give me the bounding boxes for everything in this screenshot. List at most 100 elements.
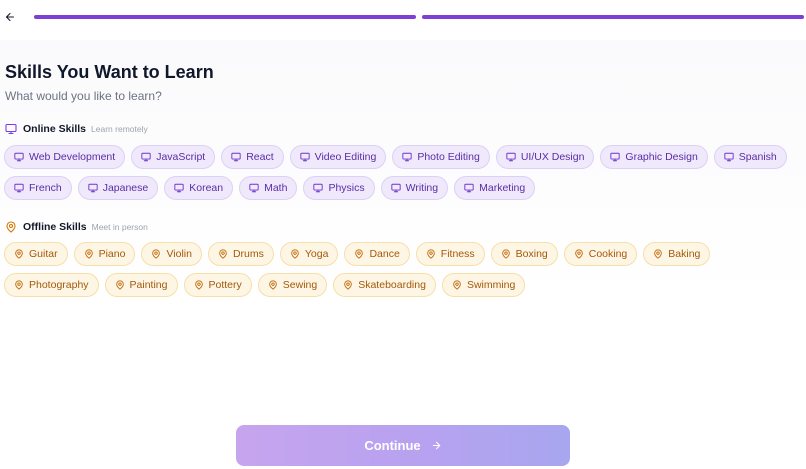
map-pin-icon xyxy=(653,249,663,259)
skill-chip-label: Boxing xyxy=(515,248,548,260)
offline-skill-chip[interactable]: Skateboarding xyxy=(333,273,436,297)
offline-skills-header: Offline Skills Meet in person xyxy=(5,221,148,233)
online-skills-header: Online Skills Learn remotely xyxy=(5,123,148,135)
monitor-icon xyxy=(313,183,324,193)
skill-chip-label: Swimming xyxy=(466,279,516,291)
skill-chip-label: Graphic Design xyxy=(625,151,698,163)
map-pin-icon xyxy=(5,221,17,233)
map-pin-icon xyxy=(574,249,584,259)
monitor-icon xyxy=(14,183,24,193)
skill-chip-label: Korean xyxy=(189,182,224,194)
online-skill-chip[interactable]: Math xyxy=(239,176,298,200)
skill-chip-label: Physics xyxy=(328,182,365,194)
back-button[interactable] xyxy=(2,8,18,26)
monitor-icon xyxy=(88,183,98,193)
online-skill-chip[interactable]: Spanish xyxy=(713,145,787,169)
online-skill-chip[interactable]: UI/UX Design xyxy=(495,145,595,169)
monitor-icon xyxy=(14,152,24,162)
online-skills-list: Web Development JavaScript React Video Edit… xyxy=(4,145,794,200)
map-pin-icon xyxy=(14,249,24,259)
map-pin-icon xyxy=(194,280,204,290)
online-skill-chip[interactable]: Web Development xyxy=(4,145,126,169)
offline-skills-hint: Meet in person xyxy=(91,222,148,232)
monitor-icon xyxy=(300,152,310,162)
online-skill-chip[interactable]: Korean xyxy=(164,176,234,200)
online-skill-chip[interactable]: JavaScript xyxy=(131,145,216,169)
online-skill-chip[interactable]: Japanese xyxy=(77,176,159,200)
skill-chip-label: Pottery xyxy=(208,279,242,291)
monitor-icon xyxy=(174,183,184,193)
map-pin-icon xyxy=(14,280,24,290)
skill-chip-label: Skateboarding xyxy=(358,279,426,291)
offline-skill-chip[interactable]: Guitar xyxy=(4,242,68,266)
skill-chip-label: Spanish xyxy=(738,151,777,163)
page-subtitle: What would you like to learn? xyxy=(5,89,162,103)
monitor-icon xyxy=(231,152,241,162)
offline-skill-chip[interactable]: Violin xyxy=(141,242,202,266)
monitor-icon xyxy=(610,152,621,162)
skills-content: Skills You Want to Learn What would you … xyxy=(0,40,806,469)
online-skills-hint: Learn remotely xyxy=(91,124,148,134)
online-skill-chip[interactable]: React xyxy=(221,145,284,169)
monitor-icon xyxy=(724,152,734,162)
map-pin-icon xyxy=(151,249,161,259)
continue-button[interactable]: Continue xyxy=(236,425,570,466)
map-pin-icon xyxy=(115,280,125,290)
offline-skill-chip[interactable]: Painting xyxy=(104,273,178,297)
skill-chip-label: Yoga xyxy=(304,248,329,260)
skill-chip-label: Painting xyxy=(129,279,168,291)
skill-chip-label: Marketing xyxy=(479,182,526,194)
skill-chip-label: Video Editing xyxy=(314,151,377,163)
skill-chip-label: Dance xyxy=(369,248,400,260)
online-skill-chip[interactable]: Physics xyxy=(303,176,375,200)
online-skill-chip[interactable]: French xyxy=(4,176,72,200)
skill-chip-label: JavaScript xyxy=(156,151,206,163)
monitor-icon xyxy=(464,183,474,193)
progress-step-2 xyxy=(422,15,804,19)
skill-chip-label: Photography xyxy=(29,279,89,291)
skill-chip-label: French xyxy=(29,182,62,194)
skill-chip-label: Baking xyxy=(668,248,701,260)
offline-skill-chip[interactable]: Drums xyxy=(207,242,274,266)
offline-skill-chip[interactable]: Photography xyxy=(4,273,99,297)
monitor-icon xyxy=(402,152,412,162)
skill-chip-label: React xyxy=(246,151,274,163)
online-skill-chip[interactable]: Graphic Design xyxy=(600,145,708,169)
monitor-icon xyxy=(249,183,259,193)
skill-chip-label: Fitness xyxy=(440,248,475,260)
map-pin-icon xyxy=(452,280,462,290)
page-title: Skills You Want to Learn xyxy=(5,62,214,82)
monitor-icon xyxy=(5,123,17,135)
skill-chip-label: Violin xyxy=(166,248,192,260)
map-pin-icon xyxy=(501,249,511,259)
skill-chip-label: Web Development xyxy=(29,151,116,163)
offline-skill-chip[interactable]: Baking xyxy=(643,242,711,266)
continue-label: Continue xyxy=(364,438,421,453)
online-skill-chip[interactable]: Writing xyxy=(380,176,449,200)
offline-skill-chip[interactable]: Fitness xyxy=(415,242,485,266)
offline-skill-chip[interactable]: Dance xyxy=(344,242,410,266)
map-pin-icon xyxy=(343,280,353,290)
offline-skill-chip[interactable]: Yoga xyxy=(279,242,339,266)
map-pin-icon xyxy=(426,249,436,259)
online-skill-chip[interactable]: Marketing xyxy=(454,176,536,200)
skill-chip-label: UI/UX Design xyxy=(520,151,585,163)
online-skill-chip[interactable]: Photo Editing xyxy=(392,145,490,169)
skill-chip-label: Piano xyxy=(98,248,126,260)
skill-chip-label: Writing xyxy=(405,182,439,194)
offline-skill-chip[interactable]: Pottery xyxy=(183,273,252,297)
arrow-right-icon xyxy=(431,440,442,451)
map-pin-icon xyxy=(268,280,278,290)
offline-skill-chip[interactable]: Sewing xyxy=(257,273,328,297)
arrow-left-icon xyxy=(5,12,15,22)
offline-skill-chip[interactable]: Swimming xyxy=(441,273,526,297)
monitor-icon xyxy=(141,152,151,162)
offline-skill-chip[interactable]: Cooking xyxy=(563,242,638,266)
skill-chip-label: Japanese xyxy=(102,182,149,194)
offline-skill-chip[interactable]: Piano xyxy=(73,242,136,266)
map-pin-icon xyxy=(354,249,364,259)
map-pin-icon xyxy=(290,249,300,259)
online-skill-chip[interactable]: Video Editing xyxy=(289,145,387,169)
offline-skill-chip[interactable]: Boxing xyxy=(490,242,558,266)
skill-chip-label: Cooking xyxy=(588,248,628,260)
